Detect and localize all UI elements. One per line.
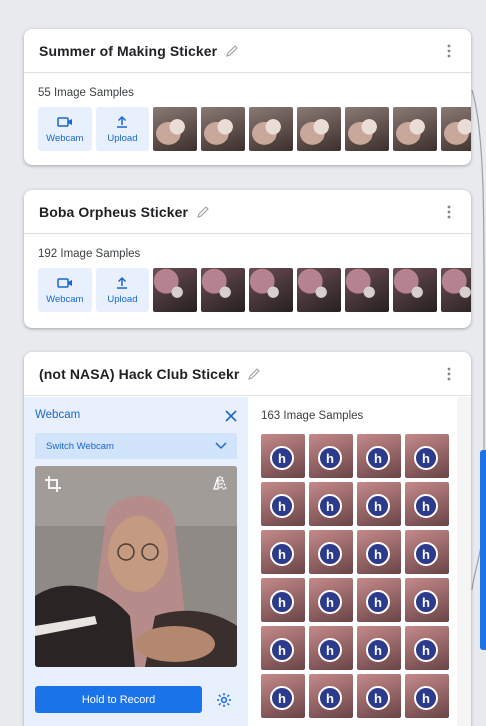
- sample-thumbnail[interactable]: [357, 482, 401, 526]
- sample-thumbnail[interactable]: [261, 674, 305, 718]
- sample-thumbnail[interactable]: [309, 626, 353, 670]
- sample-thumbnail[interactable]: [309, 674, 353, 718]
- webcam-button-label: Webcam: [46, 133, 84, 144]
- sample-thumbnail[interactable]: [249, 107, 294, 151]
- sample-thumbnail[interactable]: [261, 530, 305, 574]
- sample-thumbnail[interactable]: [249, 268, 294, 312]
- sample-thumbnail[interactable]: [405, 530, 449, 574]
- sample-thumbnail[interactable]: [405, 434, 449, 478]
- upload-button[interactable]: Upload: [95, 268, 150, 312]
- sample-thumbnail[interactable]: [393, 268, 438, 312]
- sample-thumbnail[interactable]: [357, 674, 401, 718]
- sample-thumbnail[interactable]: [261, 482, 305, 526]
- pencil-icon[interactable]: [225, 44, 239, 58]
- sample-thumbnail[interactable]: [261, 626, 305, 670]
- webcam-panel-title: Webcam: [35, 409, 81, 421]
- upload-icon: [117, 276, 128, 289]
- webcam-preview: [35, 466, 237, 667]
- samples-count-label: 163 Image Samples: [261, 410, 364, 422]
- sample-thumbnail[interactable]: [357, 434, 401, 478]
- side-panel-tab[interactable]: [480, 450, 486, 650]
- sample-row: Webcam Upload: [24, 268, 471, 312]
- sample-thumbnail[interactable]: [357, 626, 401, 670]
- class-card-0: Summer of Making Sticker 55 Image Sample…: [24, 29, 471, 165]
- samples-count-label: 55 Image Samples: [38, 87, 134, 99]
- pencil-icon[interactable]: [247, 367, 261, 381]
- webcam-button[interactable]: Webcam: [38, 107, 92, 151]
- switch-webcam-label: Switch Webcam: [46, 440, 114, 452]
- chevron-down-icon: [215, 442, 227, 450]
- sample-thumbnail[interactable]: [261, 578, 305, 622]
- sample-thumbnail[interactable]: [201, 268, 246, 312]
- sample-thumbnail[interactable]: [297, 107, 342, 151]
- class-card-2: (not NASA) Hack Club Sticekr Webcam Swit…: [24, 352, 471, 726]
- class-card-header: Boba Orpheus Sticker: [24, 190, 471, 234]
- sample-thumbnail-grid: [261, 434, 451, 718]
- sample-thumbnails: [153, 107, 471, 151]
- samples-count-label: 192 Image Samples: [38, 248, 141, 260]
- sample-thumbnail[interactable]: [405, 482, 449, 526]
- webcam-button[interactable]: Webcam: [38, 268, 92, 312]
- sample-thumbnail[interactable]: [345, 268, 390, 312]
- sample-thumbnail[interactable]: [309, 530, 353, 574]
- upload-icon: [117, 115, 128, 128]
- hold-to-record-button[interactable]: Hold to Record: [35, 686, 202, 713]
- sample-thumbnail[interactable]: [441, 107, 471, 151]
- video-camera-icon: [57, 117, 72, 127]
- sample-thumbnail[interactable]: [405, 674, 449, 718]
- switch-webcam-dropdown[interactable]: Switch Webcam: [35, 433, 237, 459]
- pencil-icon[interactable]: [196, 205, 210, 219]
- sample-thumbnail[interactable]: [261, 434, 305, 478]
- sample-thumbnail[interactable]: [393, 107, 438, 151]
- video-camera-icon: [57, 278, 72, 288]
- webcam-feed-image: [35, 466, 237, 667]
- sample-thumbnails: [153, 268, 471, 312]
- sample-thumbnail[interactable]: [309, 482, 353, 526]
- sample-thumbnail[interactable]: [201, 107, 246, 151]
- grid-scrollbar[interactable]: [457, 397, 471, 726]
- sample-thumbnail[interactable]: [309, 434, 353, 478]
- upload-button-label: Upload: [107, 133, 138, 144]
- class-card-1: Boba Orpheus Sticker 192 Image Samples W…: [24, 190, 471, 328]
- sample-thumbnail[interactable]: [297, 268, 342, 312]
- kebab-menu-icon[interactable]: [441, 204, 457, 220]
- sample-thumbnail[interactable]: [153, 107, 198, 151]
- crop-icon[interactable]: [44, 475, 62, 493]
- sample-thumbnail[interactable]: [405, 626, 449, 670]
- upload-button[interactable]: Upload: [95, 107, 150, 151]
- sample-thumbnail[interactable]: [405, 578, 449, 622]
- class-card-header: (not NASA) Hack Club Sticekr: [24, 352, 471, 396]
- webcam-button-label: Webcam: [46, 294, 84, 305]
- webcam-panel: Webcam Switch Webcam Hold to Record: [24, 397, 248, 726]
- gear-icon[interactable]: [216, 692, 232, 708]
- kebab-menu-icon[interactable]: [441, 366, 457, 382]
- close-icon[interactable]: [224, 409, 238, 423]
- sample-thumbnail[interactable]: [309, 578, 353, 622]
- sample-thumbnail[interactable]: [441, 268, 471, 312]
- sample-thumbnail[interactable]: [153, 268, 198, 312]
- class-title[interactable]: Summer of Making Sticker: [39, 43, 217, 59]
- kebab-menu-icon[interactable]: [441, 43, 457, 59]
- sample-thumbnail[interactable]: [345, 107, 390, 151]
- flip-icon[interactable]: [212, 475, 228, 491]
- sample-thumbnail[interactable]: [357, 578, 401, 622]
- class-title[interactable]: (not NASA) Hack Club Sticekr: [39, 366, 239, 382]
- sample-row: Webcam Upload: [24, 107, 471, 151]
- class-title[interactable]: Boba Orpheus Sticker: [39, 204, 188, 220]
- class-card-header: Summer of Making Sticker: [24, 29, 471, 73]
- upload-button-label: Upload: [107, 294, 138, 305]
- sample-thumbnail[interactable]: [357, 530, 401, 574]
